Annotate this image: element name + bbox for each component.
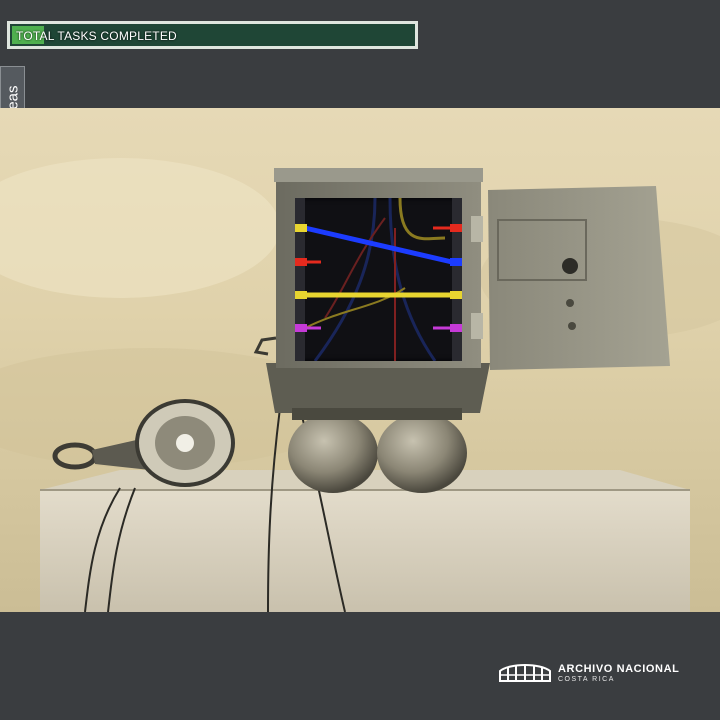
table [40, 490, 690, 612]
background-cable [398, 198, 446, 241]
box-top [274, 168, 483, 182]
left-connector-1[interactable] [295, 224, 307, 232]
crank-hook [253, 336, 277, 356]
top-bar: TOTAL TASKS COMPLETED [0, 0, 720, 108]
door-screw [566, 299, 574, 307]
bell-right [377, 413, 467, 493]
game-scene [0, 108, 720, 612]
background-cable [313, 198, 377, 361]
box-door [488, 186, 670, 370]
background-cable [388, 198, 437, 361]
earpiece-center [176, 434, 194, 452]
door-screw [568, 322, 576, 330]
left-connector-4[interactable] [295, 324, 307, 332]
left-connector-3[interactable] [295, 291, 307, 299]
archivo-nacional-logo: ARCHIVO NACIONAL COSTA RICA [498, 661, 679, 688]
archive-building-icon [499, 664, 551, 682]
box-base-lip [292, 408, 462, 420]
logo-title: ARCHIVO NACIONAL [558, 663, 680, 675]
box-base [266, 363, 490, 413]
progress-label: TOTAL TASKS COMPLETED [16, 29, 177, 43]
wiring-svg [295, 198, 462, 361]
total-tasks-progress-bar: TOTAL TASKS COMPLETED [7, 21, 418, 49]
wiring-panel [295, 198, 462, 361]
door-keyhole [562, 258, 578, 274]
connected-wire-1 [302, 225, 455, 265]
left-terminal-strip [295, 198, 305, 361]
right-terminal-strip [452, 198, 462, 361]
right-connector-2[interactable] [450, 258, 462, 266]
left-connector-2[interactable] [295, 258, 307, 266]
hinge [471, 313, 483, 339]
bell-left [288, 413, 378, 493]
right-connector-3[interactable] [450, 291, 462, 299]
logo-subtitle: COSTA RICA [558, 676, 615, 683]
hinge [471, 216, 483, 242]
cloud-shade [0, 158, 280, 298]
right-connector-4[interactable] [450, 324, 462, 332]
right-connector-1[interactable] [450, 224, 462, 232]
